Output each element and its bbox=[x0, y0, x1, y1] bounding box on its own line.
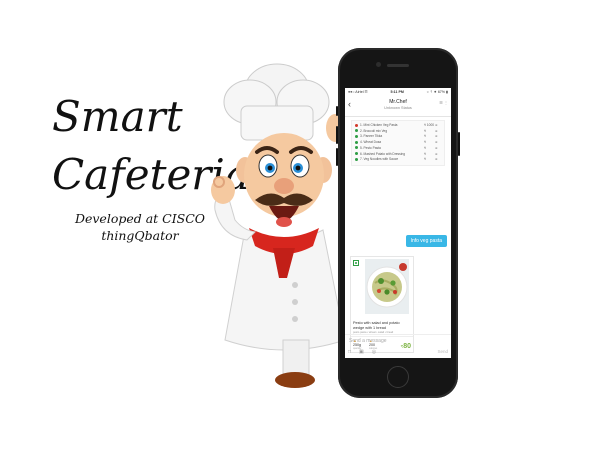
back-chevron-icon[interactable]: ‹ bbox=[348, 99, 351, 109]
chat-screen: ●●○ Airtel ☶ 5:11 PM ○ ⇡ ✷ 67% ▮ ‹ Mr.Ch… bbox=[345, 88, 451, 358]
list-item[interactable]: 4. Wheat Dosa ₹ ⊕ bbox=[355, 140, 441, 144]
add-item-icon[interactable]: ⊕ bbox=[435, 157, 441, 161]
list-item[interactable]: 6. Mashed Potato with Dressing ₹ ⊕ bbox=[355, 152, 441, 156]
list-item[interactable]: 2. Broccoli mix Veg ₹ ⊕ bbox=[355, 129, 441, 133]
status-bar: ●●○ Airtel ☶ 5:11 PM ○ ⇡ ✷ 67% ▮ bbox=[345, 88, 451, 96]
bot-status: Unknown Status bbox=[384, 106, 412, 110]
menu-item-price: ₹ 1000 bbox=[424, 123, 435, 127]
volume-down-button bbox=[336, 148, 338, 166]
food-type-dot-icon bbox=[355, 140, 358, 144]
menu-item-name: 2. Broccoli mix Veg bbox=[360, 128, 388, 133]
list-item[interactable]: 7. Veg Noodles with Sauce ₹ ⊕ bbox=[355, 157, 441, 161]
send-button[interactable]: Send bbox=[437, 349, 448, 354]
menu-item-name: 4. Wheat Dosa bbox=[360, 140, 382, 145]
pasta-dish-image bbox=[365, 259, 409, 314]
camera-icon[interactable]: ◎ bbox=[372, 349, 376, 355]
menu-list-card: 1. Mint Chicken Veg Pasta ₹ 1000 ⊕ 2. Brocc… bbox=[351, 120, 445, 166]
user-message-bubble: Info veg pasta bbox=[405, 235, 447, 247]
mute-switch bbox=[336, 106, 338, 116]
message-input[interactable]: Send a message bbox=[345, 334, 451, 346]
add-item-icon[interactable]: ⊕ bbox=[435, 123, 441, 127]
menu-item-price: ₹ bbox=[424, 151, 427, 156]
menu-item-name: 1. Mint Chicken Veg Pasta bbox=[360, 123, 398, 127]
menu-item-price: ₹ bbox=[424, 128, 427, 133]
add-item-icon[interactable]: ⊕ bbox=[435, 140, 441, 144]
list-item[interactable]: 5. Pesto Pasta ₹ ⊕ bbox=[355, 146, 441, 150]
attach-file-icon[interactable]: □ bbox=[348, 349, 351, 355]
menu-item-name: 5. Pesto Pasta bbox=[360, 145, 381, 150]
menu-item-name: 3. Paneer Tikka bbox=[360, 134, 383, 139]
menu-item-price: ₹ bbox=[424, 145, 427, 150]
menu-item-price: ₹ bbox=[424, 140, 427, 145]
composer-toolbar: □ ▣ ◎ Send bbox=[348, 347, 448, 356]
header-menu-icon[interactable]: ☰ ⋮ bbox=[439, 100, 448, 105]
volume-up-button bbox=[336, 126, 338, 144]
food-title: Pesto with salad and potato wedge with 1… bbox=[353, 321, 400, 330]
menu-item-price: ₹ bbox=[424, 134, 427, 139]
food-type-dot-icon bbox=[355, 152, 358, 156]
veg-mark-icon bbox=[353, 260, 359, 266]
add-item-icon[interactable]: ⊕ bbox=[435, 129, 441, 133]
add-item-icon[interactable]: ⊕ bbox=[435, 134, 441, 138]
bot-name: Mr.Chef bbox=[389, 99, 407, 105]
battery-status: ○ ⇡ ✷ 67% ▮ bbox=[426, 90, 448, 94]
front-camera bbox=[376, 62, 381, 67]
list-item[interactable]: 1. Mint Chicken Veg Pasta ₹ 1000 ⊕ bbox=[355, 123, 441, 127]
power-button bbox=[458, 132, 460, 156]
food-type-dot-icon bbox=[355, 135, 358, 138]
home-button[interactable] bbox=[387, 366, 409, 388]
add-item-icon[interactable]: ⊕ bbox=[435, 146, 441, 150]
food-type-dot-icon bbox=[355, 129, 358, 133]
menu-item-name: 7. Veg Noodles with Sauce bbox=[360, 157, 399, 162]
carrier-signal: ●●○ Airtel ☶ bbox=[348, 90, 368, 94]
menu-item-price: ₹ bbox=[424, 157, 427, 162]
food-type-dot-icon bbox=[355, 157, 358, 161]
list-item[interactable]: 3. Paneer Tikka ₹ ⊕ bbox=[355, 134, 441, 138]
status-time: 5:11 PM bbox=[390, 90, 404, 94]
menu-item-name: 6. Mashed Potato with Dressing bbox=[360, 151, 406, 156]
chat-header: ‹ Mr.Chef Unknown Status ☰ ⋮ bbox=[345, 96, 451, 117]
phone-mockup: ●●○ Airtel ☶ 5:11 PM ○ ⇡ ✷ 67% ▮ ‹ Mr.Ch… bbox=[336, 48, 460, 398]
food-type-dot-icon bbox=[355, 123, 358, 127]
image-icon[interactable]: ▣ bbox=[359, 349, 364, 355]
add-item-icon[interactable]: ⊕ bbox=[435, 152, 441, 156]
food-type-dot-icon bbox=[355, 146, 358, 150]
earpiece-speaker bbox=[387, 64, 409, 67]
